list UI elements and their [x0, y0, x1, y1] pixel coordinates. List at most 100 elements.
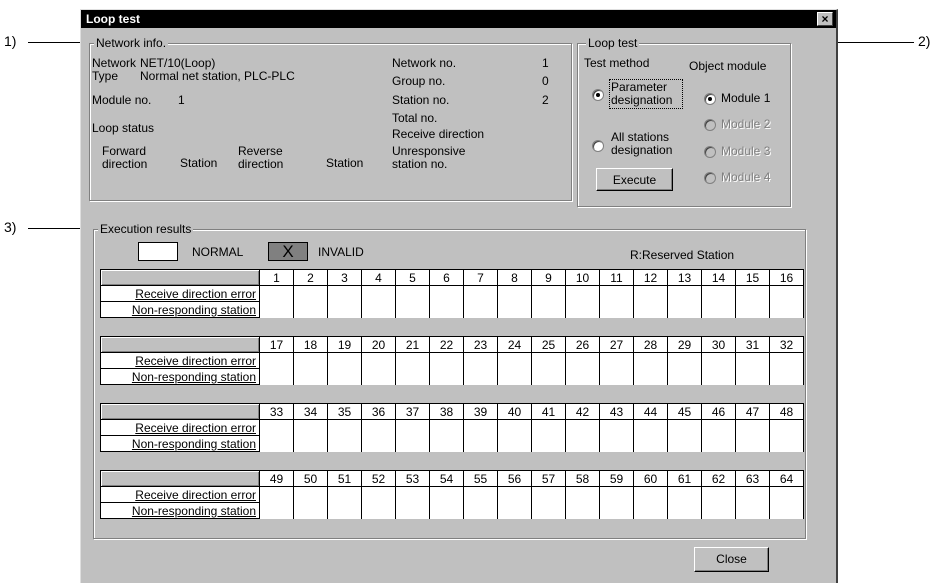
station-no-value: 2 [542, 93, 549, 107]
row-label-text: Receive direction error [135, 353, 256, 368]
all-stations-designation-label[interactable]: All stations designation [611, 131, 683, 157]
callout-1: 1) [4, 33, 17, 49]
station-number-header: 61 [667, 470, 702, 487]
status-cell [395, 285, 430, 302]
station-number-header: 27 [599, 336, 634, 353]
non-responding-station-label: Non-responding station [100, 502, 260, 519]
module-3-label[interactable]: Module 3 [721, 145, 770, 158]
receive-direction-label: Receive direction [392, 127, 485, 141]
status-cell [497, 368, 532, 385]
grid-corner-header [100, 403, 260, 420]
module-2-label[interactable]: Module 2 [721, 118, 770, 131]
execution-results-group: Execution results NORMAL X INVALID R:Res… [93, 222, 806, 539]
status-cell [395, 486, 430, 503]
status-cell [429, 368, 464, 385]
non-responding-station-label: Non-responding station [100, 301, 260, 318]
station-number-header: 54 [429, 470, 464, 487]
station-number-header: 57 [531, 470, 566, 487]
station-number-header: 2 [293, 269, 328, 286]
station-number-header: 13 [667, 269, 702, 286]
status-cell [327, 352, 362, 369]
station-number-header: 42 [565, 403, 600, 420]
station-number-header: 19 [327, 336, 362, 353]
status-cell [497, 502, 532, 519]
grid-corner-header [100, 336, 260, 353]
status-cell [327, 486, 362, 503]
station-label-2: Station [326, 156, 364, 170]
status-cell [599, 502, 634, 519]
station-number-header: 56 [497, 470, 532, 487]
station-number-header: 11 [599, 269, 634, 286]
station-number-header: 22 [429, 336, 464, 353]
status-cell [701, 435, 736, 452]
station-number-header: 41 [531, 403, 566, 420]
status-cell [463, 285, 498, 302]
close-button[interactable]: Close [694, 547, 769, 572]
status-cell [599, 419, 634, 436]
status-cell [769, 301, 804, 318]
network-no-label: Network no. [392, 56, 457, 70]
status-cell [293, 486, 328, 503]
station-number-header: 29 [667, 336, 702, 353]
module-1-radio[interactable] [704, 93, 716, 105]
station-number-header: 31 [735, 336, 770, 353]
status-cell [735, 419, 770, 436]
grid-corner-header [100, 470, 260, 487]
station-number-header: 64 [769, 470, 804, 487]
module-4-label[interactable]: Module 4 [721, 171, 770, 184]
station-number-header: 59 [599, 470, 634, 487]
status-cell [701, 352, 736, 369]
all-stations-designation-radio[interactable] [592, 140, 604, 152]
station-number-header: 50 [293, 470, 328, 487]
close-icon[interactable]: × [817, 12, 833, 26]
status-cell [667, 419, 702, 436]
status-cell [361, 502, 396, 519]
station-number-header: 44 [633, 403, 668, 420]
station-number-header: 1 [259, 269, 294, 286]
invalid-legend-label: INVALID [318, 245, 364, 259]
status-cell [259, 285, 294, 302]
status-cell [497, 419, 532, 436]
status-cell [667, 502, 702, 519]
window-title: Loop test [86, 12, 140, 26]
station-number-header: 16 [769, 269, 804, 286]
module-1-label[interactable]: Module 1 [721, 92, 770, 105]
status-cell [769, 502, 804, 519]
station-number-header: 40 [497, 403, 532, 420]
station-number-header: 15 [735, 269, 770, 286]
unresponsive-station-label: Unresponsive station no. [392, 144, 466, 171]
execution-results-legend: Execution results [98, 222, 194, 236]
row-label-text: Non-responding station [131, 302, 256, 317]
module-4-radio[interactable] [704, 172, 716, 184]
module-3-radio[interactable] [704, 146, 716, 158]
status-cell [667, 435, 702, 452]
radio-selected-dot [708, 97, 712, 101]
station-number-header: 51 [327, 470, 362, 487]
parameter-designation-radio[interactable] [592, 89, 604, 101]
status-cell [531, 285, 566, 302]
status-cell [259, 352, 294, 369]
station-number-header: 25 [531, 336, 566, 353]
station-number-header: 38 [429, 403, 464, 420]
object-module-label: Object module [689, 59, 767, 73]
station-number-header: 18 [293, 336, 328, 353]
status-cell [565, 502, 600, 519]
execute-button[interactable]: Execute [596, 168, 673, 191]
module-2-radio[interactable] [704, 119, 716, 131]
station-number-header: 58 [565, 470, 600, 487]
receive-direction-error-label: Receive direction error [100, 352, 260, 369]
status-cell [259, 419, 294, 436]
callout-3-line [28, 228, 86, 229]
station-number-header: 63 [735, 470, 770, 487]
status-cell [633, 368, 668, 385]
station-number-header: 43 [599, 403, 634, 420]
station-number-header: 55 [463, 470, 498, 487]
forward-direction-label: Forward direction [102, 144, 148, 171]
status-cell [531, 301, 566, 318]
type-value: Normal net station, PLC-PLC [140, 69, 295, 83]
station-number-header: 34 [293, 403, 328, 420]
parameter-designation-label[interactable]: Parameter designation [609, 79, 683, 109]
status-cell [429, 486, 464, 503]
status-cell [259, 435, 294, 452]
status-cell [327, 502, 362, 519]
